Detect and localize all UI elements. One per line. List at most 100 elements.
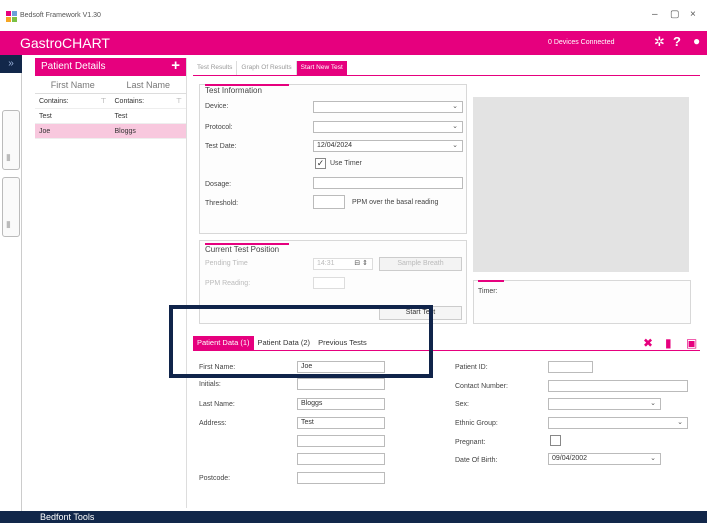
- ppm-reading-value: [313, 277, 345, 289]
- add-patient-button[interactable]: +: [171, 57, 180, 74]
- close-window-button[interactable]: ×: [690, 9, 696, 20]
- maximize-button[interactable]: ▢: [670, 9, 679, 20]
- threshold-label: Threshold:: [205, 200, 239, 207]
- address-line-3[interactable]: [297, 453, 385, 465]
- sex-select[interactable]: ⌄: [548, 398, 661, 410]
- delete-button[interactable]: ✖: [643, 336, 653, 350]
- window-titlebar: Bedsoft Framework V1.30 – ▢ ×: [0, 0, 707, 31]
- chevron-down-icon: ⌄: [650, 455, 656, 462]
- app-brand: GastroCHART: [20, 35, 110, 51]
- filter-last-name[interactable]: Contains: ⊤: [111, 94, 187, 108]
- filter-icon[interactable]: ⊤: [100, 94, 106, 109]
- tab-previous-tests[interactable]: Previous Tests: [314, 336, 371, 350]
- address-label: Address:: [199, 420, 227, 427]
- threshold-suffix: PPM over the basal reading: [352, 199, 439, 206]
- first-name-field[interactable]: Joe: [297, 361, 385, 373]
- contact-number-field[interactable]: [548, 380, 688, 392]
- lock-icon: ▮: [6, 219, 11, 229]
- minimize-button[interactable]: –: [652, 9, 658, 20]
- test-date-label: Test Date:: [205, 143, 237, 150]
- first-name-label: First Name:: [199, 364, 236, 371]
- pregnant-label: Pregnant:: [455, 439, 486, 446]
- stepper-icon: ⊟ ⇕: [354, 260, 368, 267]
- cell-last-name: Test: [114, 113, 128, 120]
- tab-start-new-test[interactable]: Start New Test: [296, 61, 347, 75]
- timer-box: [473, 280, 691, 324]
- patient-columns: First Name Last Name: [35, 76, 186, 94]
- window-title: Bedsoft Framework V1.30: [20, 12, 101, 19]
- footer-title: Bedfont Tools: [40, 512, 95, 522]
- last-name-label: Last Name:: [199, 401, 235, 408]
- filter-first-name[interactable]: Contains: ⊤: [35, 94, 111, 108]
- gear-icon[interactable]: ✲: [654, 34, 665, 50]
- ethnic-group-label: Ethnic Group:: [455, 420, 498, 427]
- address-line-2[interactable]: [297, 435, 385, 447]
- lock-icon: ▮: [6, 152, 11, 162]
- protocol-select[interactable]: ⌄: [313, 121, 463, 133]
- cell-first-name: Joe: [39, 128, 51, 135]
- tab-patient-data-2[interactable]: Patient Data (2): [254, 336, 315, 350]
- close-circle-icon[interactable]: ●: [693, 34, 700, 48]
- expand-panel-icon[interactable]: »: [0, 55, 22, 73]
- protocol-label: Protocol:: [205, 124, 233, 131]
- app-logo-icon: [6, 11, 17, 22]
- test-information-title: Test Information: [205, 84, 289, 95]
- live-graph-area: [473, 97, 689, 272]
- sample-breath-button[interactable]: Sample Breath: [379, 257, 462, 271]
- patient-details-title: Patient Details: [41, 61, 106, 72]
- test-date-picker[interactable]: 12/04/2024 ⌄: [313, 140, 463, 152]
- ppm-reading-label: PPM Reading:: [205, 280, 251, 287]
- tab-patient-data-1[interactable]: Patient Data (1): [193, 336, 254, 350]
- trash-icon[interactable]: ▮: [665, 336, 672, 350]
- dosage-input[interactable]: [313, 177, 463, 189]
- patient-details-header: Patient Details +: [35, 57, 186, 76]
- side-tab-2[interactable]: ▮: [2, 177, 20, 237]
- filter-row: Contains: ⊤ Contains: ⊤: [35, 94, 186, 109]
- date-of-birth-picker[interactable]: 09/04/2002 ⌄: [548, 453, 661, 465]
- timer-label: Timer:: [478, 288, 498, 295]
- initials-label: Initials:: [199, 381, 221, 388]
- tab-graph-of-results[interactable]: Graph Of Results: [237, 61, 297, 75]
- patient-details-panel: Patient Details + First Name Last Name C…: [35, 57, 187, 508]
- cell-last-name: Bloggs: [114, 128, 136, 135]
- chevron-down-icon: ⌄: [677, 419, 683, 426]
- use-timer-label: Use Timer: [330, 160, 362, 167]
- initials-field[interactable]: [297, 378, 385, 390]
- date-of-birth-label: Date Of Birth:: [455, 457, 498, 464]
- threshold-input[interactable]: [313, 195, 345, 209]
- chevron-down-icon: ⌄: [452, 123, 458, 130]
- patient-id-field[interactable]: [548, 361, 593, 373]
- pending-time-stepper[interactable]: 14:31 ⊟ ⇕: [313, 258, 373, 270]
- cell-first-name: Test: [39, 113, 52, 120]
- column-last-name[interactable]: Last Name: [111, 76, 187, 93]
- chevron-down-icon: ⌄: [452, 103, 458, 110]
- patient-id-label: Patient ID:: [455, 364, 488, 371]
- bottom-tab-underline: [193, 350, 700, 351]
- pending-time-label: Pending Time: [205, 260, 248, 267]
- column-first-name[interactable]: First Name: [35, 76, 111, 93]
- tab-underline: [193, 75, 700, 76]
- pregnant-checkbox[interactable]: [550, 435, 561, 446]
- app-header: GastroCHART 0 Devices Connected ✲ ? ●: [0, 31, 707, 55]
- device-select[interactable]: ⌄: [313, 101, 463, 113]
- start-test-button[interactable]: Start Test: [379, 306, 462, 320]
- use-timer-checkbox[interactable]: ✓: [315, 158, 326, 169]
- last-name-field[interactable]: Bloggs: [297, 398, 385, 410]
- address-line-1[interactable]: Test: [297, 417, 385, 429]
- test-tabs: Test Results Graph Of Results Start New …: [193, 61, 347, 75]
- dosage-label: Dosage:: [205, 181, 232, 188]
- contact-number-label: Contact Number:: [455, 383, 508, 390]
- side-tab-1[interactable]: ▮: [2, 110, 20, 170]
- current-test-position-title: Current Test Position: [205, 243, 290, 254]
- postcode-label: Postcode:: [199, 475, 231, 482]
- save-icon[interactable]: ▣: [686, 336, 697, 350]
- filter-icon[interactable]: ⊤: [176, 94, 182, 109]
- tab-test-results[interactable]: Test Results: [193, 61, 238, 75]
- postcode-field[interactable]: [297, 472, 385, 484]
- help-button[interactable]: ?: [673, 34, 681, 49]
- table-row[interactable]: Test Test: [35, 109, 186, 124]
- table-row-selected[interactable]: Joe Bloggs: [35, 124, 186, 139]
- bedfont-tools-bar[interactable]: Bedfont Tools: [0, 511, 707, 523]
- ethnic-group-select[interactable]: ⌄: [548, 417, 688, 429]
- devices-connected-status: 0 Devices Connected: [548, 39, 615, 46]
